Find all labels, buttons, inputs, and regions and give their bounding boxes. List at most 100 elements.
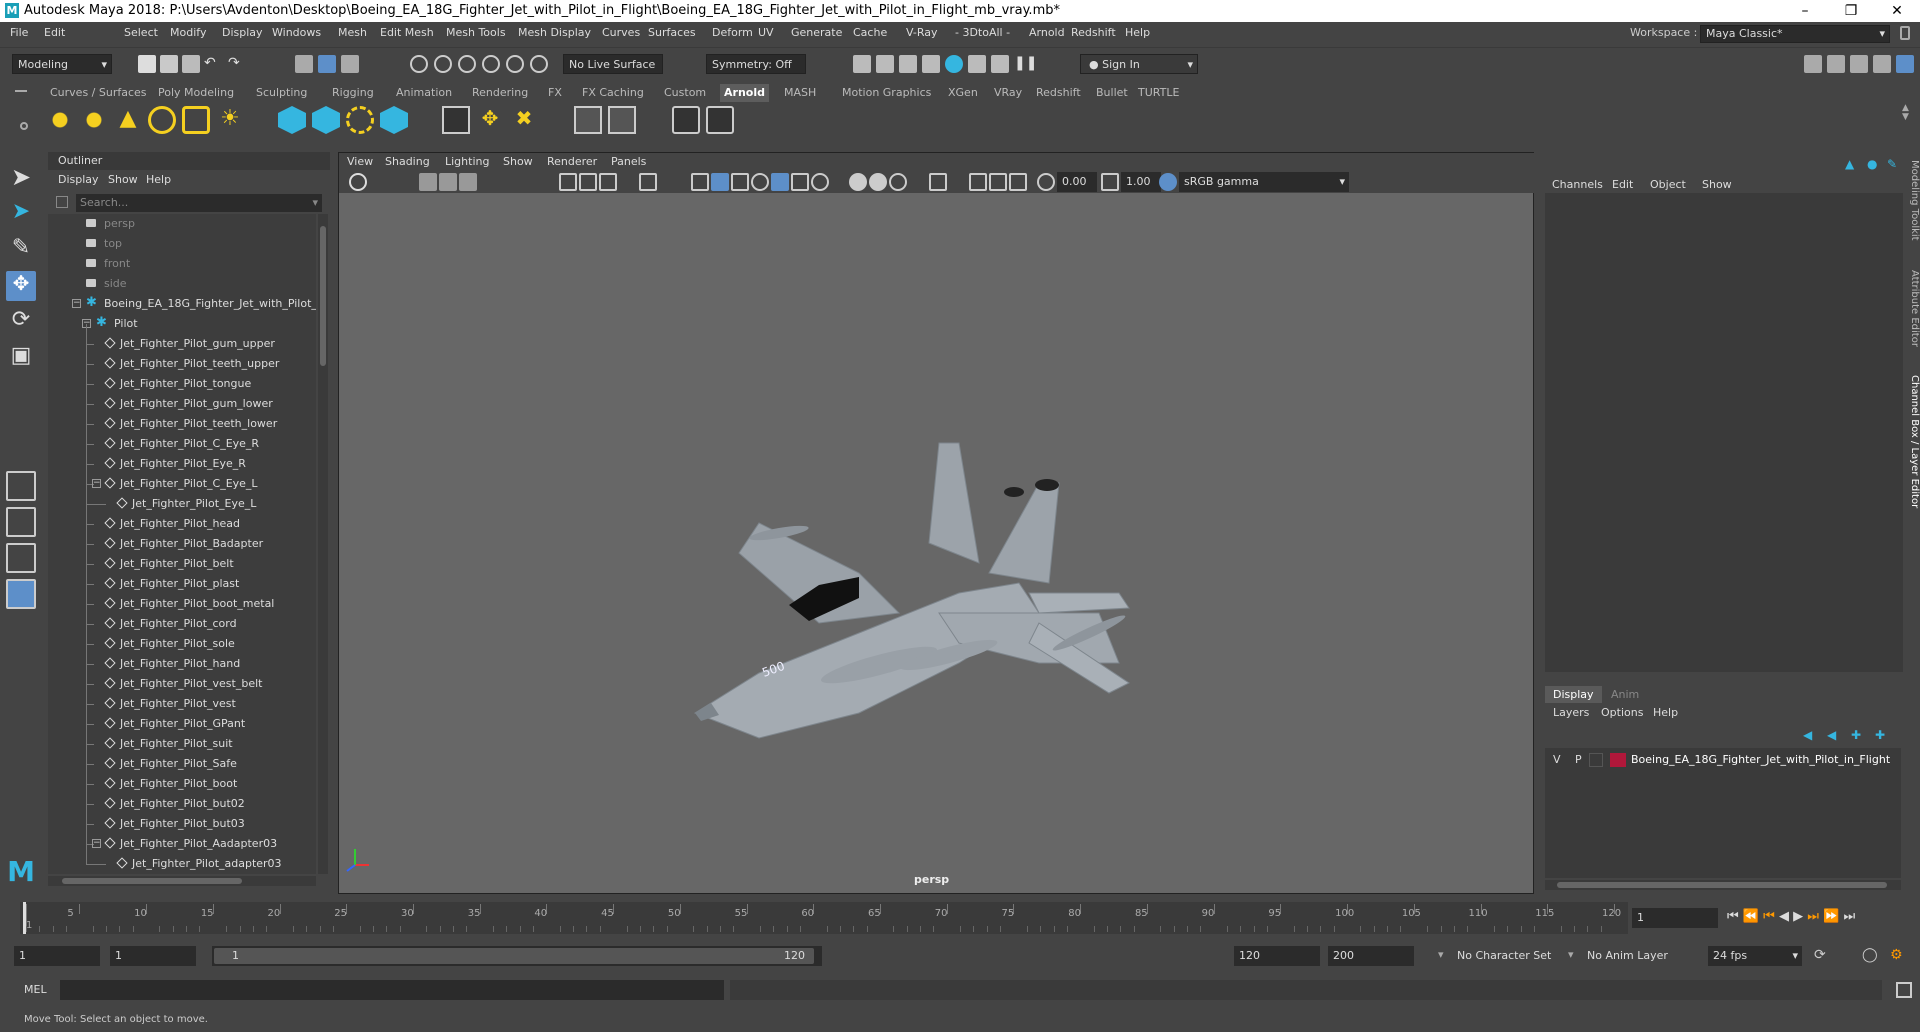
new-layer-icon[interactable]: ✚	[1851, 728, 1861, 742]
outliner-row-mesh[interactable]: Jet_Fighter_Pilot_hand	[48, 654, 316, 674]
shelf-tab-animation[interactable]: Animation	[392, 84, 456, 102]
playback-start-field[interactable]: 1	[110, 946, 196, 966]
side-tab-modeling-toolkit[interactable]: Modeling Toolkit	[1904, 160, 1920, 250]
outliner-hscroll[interactable]	[48, 876, 316, 886]
go-to-start-icon[interactable]: ⏮	[1727, 909, 1739, 924]
outliner-row-mesh[interactable]: Jet_Fighter_Pilot_C_Eye_R	[48, 434, 316, 454]
open-scene-icon[interactable]	[160, 55, 178, 73]
smooth-shade-icon[interactable]	[711, 173, 729, 191]
sign-in-button[interactable]: ● Sign In ▾	[1080, 54, 1198, 74]
menu-file[interactable]: File	[10, 26, 28, 39]
snap-surface-icon[interactable]	[506, 55, 524, 73]
shelf-tab-sculpting[interactable]: Sculpting	[252, 84, 311, 102]
flush-cache-icon[interactable]: ✥	[476, 106, 504, 134]
exposure-icon[interactable]	[1037, 173, 1055, 191]
gamma-icon[interactable]	[1101, 173, 1119, 191]
arnold-render-icon[interactable]	[968, 55, 986, 73]
camera-attributes-icon[interactable]	[419, 173, 437, 191]
menu-cache[interactable]: Cache	[853, 26, 887, 39]
viewport-menu-lighting[interactable]: Lighting	[445, 155, 489, 168]
loop-icon[interactable]: ⟳	[1814, 947, 1826, 963]
outliner-menu-display[interactable]: Display	[58, 173, 99, 186]
outliner-row-mesh[interactable]: Jet_Fighter_Pilot_adapter03	[48, 854, 316, 874]
redo-icon[interactable]: ↷	[228, 55, 246, 73]
collapse-icon[interactable]: −	[72, 299, 81, 308]
outliner-layout-icon[interactable]	[6, 579, 36, 609]
outliner-vscroll[interactable]	[318, 214, 328, 874]
move-tool-icon[interactable]: ✥	[6, 271, 36, 301]
channel-box-menu-object[interactable]: Object	[1650, 178, 1686, 191]
layer-menu-help[interactable]: Help	[1653, 706, 1678, 719]
outliner-row-mesh[interactable]: Jet_Fighter_Pilot_Eye_L	[48, 494, 316, 514]
modeling-toolkit-icon[interactable]	[1804, 55, 1822, 73]
undo-icon[interactable]: ↶	[204, 55, 222, 73]
anim-layer-select[interactable]: No Anim Layer	[1582, 946, 1692, 966]
viewport-menu-show[interactable]: Show	[503, 155, 533, 168]
side-tab-attribute-editor[interactable]: Attribute Editor	[1904, 270, 1920, 360]
layer-visibility-toggle[interactable]: V	[1553, 753, 1561, 766]
grid-icon[interactable]	[559, 173, 577, 191]
viewport-panel[interactable]: View Shading Lighting Show Renderer Panels 0.…	[338, 152, 1535, 894]
menu-display[interactable]: Display	[222, 26, 263, 39]
shelf-tab-xgen[interactable]: XGen	[944, 84, 982, 102]
arnold-light-icon[interactable]	[46, 106, 74, 134]
play-render-icon[interactable]	[706, 106, 734, 134]
playback-end-field[interactable]: 120	[1234, 946, 1320, 966]
shelf-tab-custom[interactable]: Custom	[660, 84, 710, 102]
channel-box-menu-edit[interactable]: Edit	[1612, 178, 1633, 191]
image-plane-icon[interactable]	[459, 173, 477, 191]
menu-surfaces[interactable]: Surfaces	[648, 26, 696, 39]
collapse-icon[interactable]: −	[92, 479, 101, 488]
outliner-row-mesh[interactable]: Jet_Fighter_Pilot_Eye_R	[48, 454, 316, 474]
channel-box-menu-channels[interactable]: Channels	[1552, 178, 1603, 191]
shadows-icon[interactable]	[791, 173, 809, 191]
render-settings-icon[interactable]	[899, 55, 917, 73]
snap-curve-icon[interactable]	[434, 55, 452, 73]
animation-end-field[interactable]: 200	[1328, 946, 1414, 966]
channel-box-icon[interactable]	[1873, 55, 1891, 73]
outliner-row-mesh[interactable]: Jet_Fighter_Pilot_sole	[48, 634, 316, 654]
shelf-settings-icon[interactable]	[20, 122, 28, 130]
shelf-tab-bullet[interactable]: Bullet	[1092, 84, 1132, 102]
shelf-tab-mash[interactable]: MASH	[780, 84, 820, 102]
curve-collector-icon[interactable]	[346, 106, 374, 134]
isolate-select-icon[interactable]	[929, 173, 947, 191]
layer-editor-icon[interactable]	[1896, 55, 1914, 73]
menu-edit-mesh[interactable]: Edit Mesh	[380, 26, 434, 39]
outliner-row-mesh[interactable]: Jet_Fighter_Pilot_belt	[48, 554, 316, 574]
tab-display[interactable]: Display	[1545, 686, 1602, 703]
outliner-row-camera[interactable]: front	[48, 254, 316, 274]
outliner-row-mesh[interactable]: Jet_Fighter_Pilot_head	[48, 514, 316, 534]
animation-preferences-icon[interactable]: ⚙	[1890, 947, 1903, 963]
save-scene-icon[interactable]	[182, 55, 200, 73]
xray-icon[interactable]	[969, 173, 987, 191]
symmetry-select[interactable]: Symmetry: Off	[706, 54, 806, 74]
outliner-row-mesh[interactable]: Jet_Fighter_Pilot_but02	[48, 794, 316, 814]
render-view-shelf-icon[interactable]	[442, 106, 470, 134]
layer-hscroll[interactable]	[1545, 880, 1901, 890]
outliner-row-mesh[interactable]: Jet_Fighter_Pilot_vest_belt	[48, 674, 316, 694]
ipr-render-icon[interactable]	[876, 55, 894, 73]
bookmark-icon[interactable]	[439, 173, 457, 191]
outliner-row-camera[interactable]: top	[48, 234, 316, 254]
outliner-row-mesh[interactable]: Jet_Fighter_Pilot_tongue	[48, 374, 316, 394]
lock-icon[interactable]	[1900, 26, 1910, 40]
pause-icon[interactable]: ❚❚	[1014, 55, 1037, 73]
shelf-scroll-icon[interactable]: ▲ ▼	[1902, 104, 1909, 122]
snap-point-icon[interactable]	[458, 55, 476, 73]
menu-set-select[interactable]: Modeling ▾	[12, 54, 112, 74]
select-object-icon[interactable]	[318, 55, 336, 73]
license-icon[interactable]	[574, 106, 602, 134]
menu-deform[interactable]: Deform	[712, 26, 753, 39]
gamma-field[interactable]: 1.00	[1121, 172, 1161, 192]
outliner-search-input[interactable]: Search... ▾	[76, 194, 322, 212]
outliner-row-root[interactable]: − ✱ Boeing_EA_18G_Fighter_Jet_with_Pilot_i…	[48, 294, 316, 314]
viewport-canvas[interactable]: 500	[339, 193, 1533, 893]
point-light-icon[interactable]	[80, 106, 108, 134]
animation-start-field[interactable]: 1	[14, 946, 100, 966]
film-gate-icon[interactable]	[579, 173, 597, 191]
help-shelf-icon[interactable]	[608, 106, 636, 134]
menu-mesh-display[interactable]: Mesh Display	[518, 26, 591, 39]
delete-cache-icon[interactable]: ✖	[510, 106, 538, 134]
layer-row[interactable]: V P Boeing_EA_18G_Fighter_Jet_with_Pilot…	[1545, 750, 1901, 770]
